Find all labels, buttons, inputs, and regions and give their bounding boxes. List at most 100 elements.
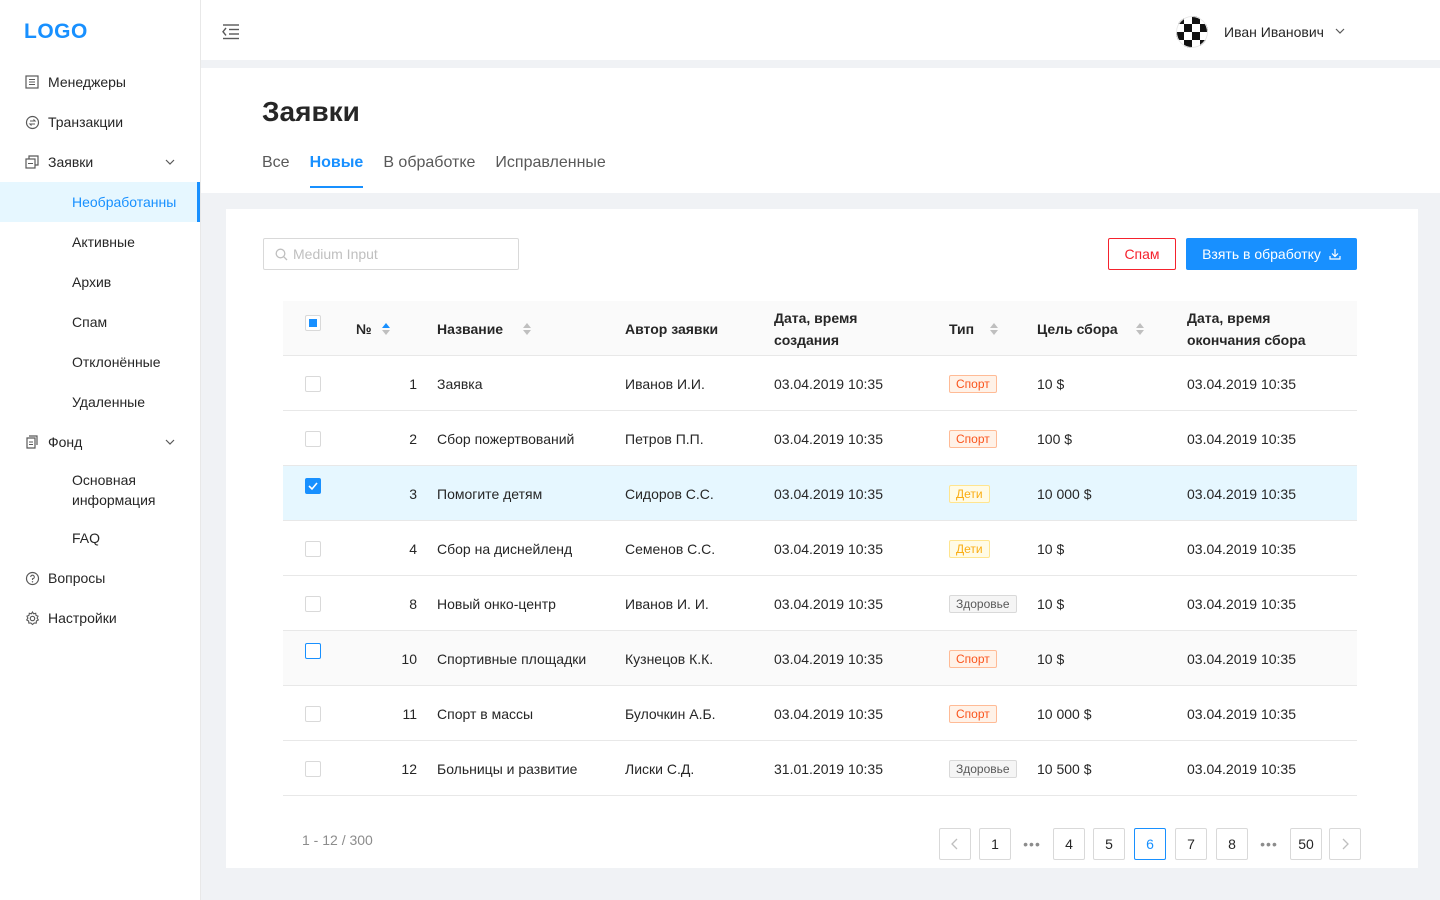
take-in-work-button[interactable]: Взять в обработку xyxy=(1186,238,1357,270)
table-body: 1 Заявка Иванов И.И. 03.04.2019 10:35 Спорт 1… xyxy=(283,356,1357,796)
row-checkbox[interactable] xyxy=(305,761,321,777)
tab-corrected[interactable]: Исправленные xyxy=(495,154,605,188)
sidebar-subitem-label: Основная информация xyxy=(72,472,156,508)
column-header-label: № xyxy=(356,320,372,337)
cell-name: Больницы и развитие xyxy=(437,760,578,777)
sidebar-item-fund[interactable]: Фонд xyxy=(0,422,200,462)
table-row[interactable]: 11 Спорт в массы Булочкин А.Б. 03.04.2019 1… xyxy=(283,686,1357,741)
sidebar-item-label: Фонд xyxy=(48,434,83,450)
logo[interactable]: LOGO xyxy=(24,20,88,44)
sidebar-item-label: Менеджеры xyxy=(48,74,126,90)
column-header-name[interactable]: Название xyxy=(437,301,533,356)
page-button[interactable]: 4 xyxy=(1053,828,1085,860)
select-all-checkbox[interactable] xyxy=(305,315,321,331)
page-button[interactable]: 50 xyxy=(1290,828,1322,860)
table-row[interactable]: 4 Сбор на диснейленд Семенов С.С. 03.04.201… xyxy=(283,521,1357,576)
column-header-goal[interactable]: Цель сбора xyxy=(1037,301,1146,356)
sidebar: LOGO Менеджеры Транзакции Заявки Необраб… xyxy=(0,0,201,900)
sidebar-subitem-unprocessed[interactable]: Необработанны xyxy=(0,182,200,222)
avatar[interactable] xyxy=(1176,16,1208,48)
chevron-down-icon xyxy=(165,439,175,445)
sidebar-subitem-deleted[interactable]: Удаленные xyxy=(0,382,200,422)
sidebar-subitem-label: Отклонённые xyxy=(72,354,161,370)
cell-goal: 10 500 $ xyxy=(1037,760,1092,777)
tab-all[interactable]: Все xyxy=(262,154,290,188)
row-checkbox[interactable] xyxy=(305,643,321,659)
type-tag: Здоровье xyxy=(949,594,1017,613)
menu-fold-icon[interactable] xyxy=(221,22,241,42)
row-checkbox[interactable] xyxy=(305,478,321,494)
cell-created: 31.01.2019 10:35 xyxy=(774,760,883,777)
sidebar-subitem-archive[interactable]: Архив xyxy=(0,262,200,302)
row-checkbox[interactable] xyxy=(305,596,321,612)
page-button-current[interactable]: 6 xyxy=(1134,828,1166,860)
take-in-work-label: Взять в обработку xyxy=(1202,246,1321,262)
cell-end: 03.04.2019 10:35 xyxy=(1187,430,1296,447)
table-row[interactable]: 1 Заявка Иванов И.И. 03.04.2019 10:35 Спорт 1… xyxy=(283,356,1357,411)
table-row[interactable]: 3 Помогите детям Сидоров С.С. 03.04.2019 10… xyxy=(283,466,1357,521)
chevron-right-icon xyxy=(1342,838,1349,850)
tab-new[interactable]: Новые xyxy=(309,154,363,188)
requests-table: № Название Автор заявки Дата, время созд… xyxy=(283,301,1357,796)
sidebar-subitem-faq[interactable]: FAQ xyxy=(0,518,200,558)
table-row[interactable]: 2 Сбор пожертвований Петров П.П. 03.04.2019… xyxy=(283,411,1357,466)
cell-num: 11 xyxy=(402,705,417,722)
user-name[interactable]: Иван Иванович xyxy=(1224,24,1324,40)
sidebar-subitem-rejected[interactable]: Отклонённые xyxy=(0,342,200,382)
page-button[interactable]: 8 xyxy=(1216,828,1248,860)
cell-name: Новый онко-центр xyxy=(437,595,556,612)
gear-icon xyxy=(24,610,40,626)
next-page-button[interactable] xyxy=(1329,828,1361,860)
check-icon xyxy=(308,482,318,491)
tabs: Все Новые В обработке Исправленные xyxy=(262,154,626,188)
sort-icon[interactable] xyxy=(990,322,1000,336)
cell-type: Спорт xyxy=(949,686,997,741)
table-row[interactable]: 10 Спортивные площадки Кузнецов К.К. 03.04.… xyxy=(283,631,1357,686)
sort-icon[interactable] xyxy=(523,322,533,336)
chevron-down-icon[interactable] xyxy=(1335,26,1345,36)
cell-num: 3 xyxy=(409,485,417,502)
page-button[interactable]: 5 xyxy=(1093,828,1125,860)
row-checkbox[interactable] xyxy=(305,431,321,447)
cell-author: Булочкин А.Б. xyxy=(625,705,716,722)
page-ellipsis[interactable]: ••• xyxy=(1016,828,1048,860)
row-checkbox[interactable] xyxy=(305,706,321,722)
prev-page-button[interactable] xyxy=(939,828,971,860)
column-header-type[interactable]: Тип xyxy=(949,301,1000,356)
cell-name: Сбор на диснейленд xyxy=(437,540,573,557)
sidebar-item-label: Настройки xyxy=(48,610,117,626)
sidebar-item-label: Вопросы xyxy=(48,570,106,586)
table-row[interactable]: 8 Новый онко-центр Иванов И. И. 03.04.2019 … xyxy=(283,576,1357,631)
page-button[interactable]: 1 xyxy=(979,828,1011,860)
tab-in-progress[interactable]: В обработке xyxy=(383,154,475,188)
sidebar-item-managers[interactable]: Менеджеры xyxy=(0,62,200,102)
cell-created: 03.04.2019 10:35 xyxy=(774,430,883,447)
sidebar-item-requests[interactable]: Заявки xyxy=(0,142,200,182)
row-checkbox[interactable] xyxy=(305,541,321,557)
sort-icon[interactable] xyxy=(1135,322,1146,336)
sidebar-subitem-active[interactable]: Активные xyxy=(0,222,200,262)
table-row[interactable]: 12 Больницы и развитие Лиски С.Д. 31.01.201… xyxy=(283,741,1357,796)
sidebar-item-transactions[interactable]: Транзакции xyxy=(0,102,200,142)
sort-icon[interactable] xyxy=(381,322,392,336)
page-ellipsis[interactable]: ••• xyxy=(1253,828,1285,860)
cell-name: Спорт в массы xyxy=(437,705,534,722)
sidebar-item-questions[interactable]: Вопросы xyxy=(0,558,200,598)
sidebar-subitem-main-info[interactable]: Основная информация xyxy=(0,462,200,518)
column-header-num[interactable]: № xyxy=(356,301,392,356)
cell-created: 03.04.2019 10:35 xyxy=(774,650,883,667)
cell-end: 03.04.2019 10:35 xyxy=(1187,705,1296,722)
download-icon xyxy=(1329,249,1341,260)
search-input[interactable] xyxy=(293,239,513,269)
cell-num: 2 xyxy=(409,430,417,447)
column-header-label: Тип xyxy=(949,320,975,337)
question-circle-icon xyxy=(24,570,40,586)
cell-end: 03.04.2019 10:35 xyxy=(1187,375,1296,392)
sidebar-subitem-spam[interactable]: Спам xyxy=(0,302,200,342)
table-header: № Название Автор заявки Дата, время созд… xyxy=(283,301,1357,356)
type-tag: Дети xyxy=(949,539,990,558)
sidebar-item-settings[interactable]: Настройки xyxy=(0,598,200,638)
spam-button[interactable]: Спам xyxy=(1108,238,1176,270)
row-checkbox[interactable] xyxy=(305,376,321,392)
page-button[interactable]: 7 xyxy=(1175,828,1207,860)
